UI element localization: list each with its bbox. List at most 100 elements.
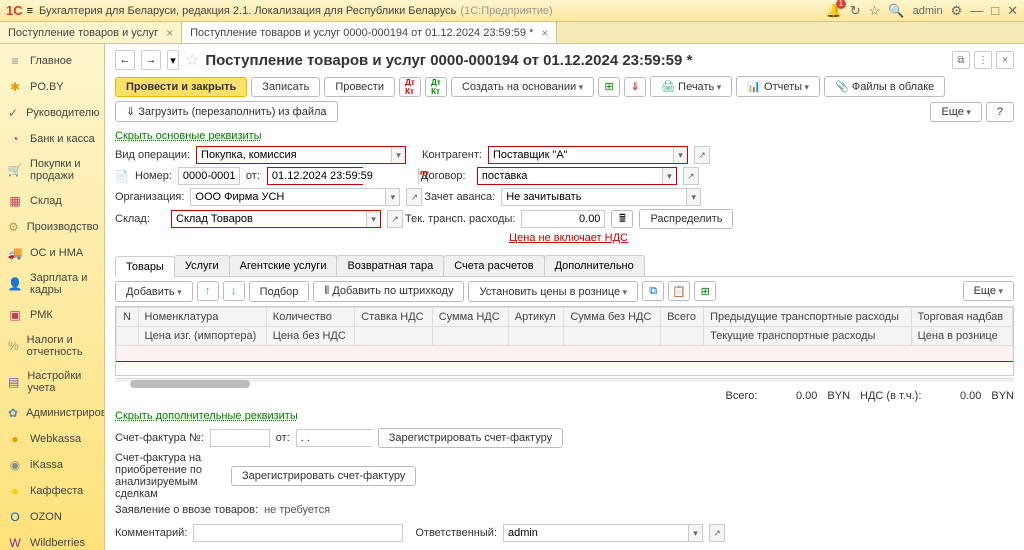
column-subheader[interactable] [355,327,433,346]
column-subheader[interactable]: Цена в рознице [911,327,1012,346]
warehouse-select[interactable]: ▾ [171,210,381,228]
sidebar-item[interactable]: WWildberries [0,530,104,550]
op-type-input[interactable] [197,147,391,163]
calc-icon[interactable]: 🖩 [611,210,633,228]
sidebar-item[interactable]: 🛒Покупки и продажи [0,152,104,188]
tab-close-icon[interactable]: × [166,26,173,40]
paste-icon[interactable]: 📋 [668,281,690,301]
sidebar-item[interactable]: ▣РМК [0,302,104,328]
sidebar-item[interactable]: ▦Склад [0,188,104,214]
dropdown-icon[interactable]: ▾ [673,147,687,163]
retail-prices-button[interactable]: Установить цены в рознице [468,281,638,302]
org-select[interactable]: ▾ [190,188,400,206]
column-subheader[interactable]: Цена без НДС [266,327,354,346]
sidebar-item[interactable]: ▤Настройки учета [0,364,104,400]
open-icon[interactable]: ↗ [694,146,710,164]
column-header[interactable]: N [117,308,139,327]
column-subheader[interactable] [508,327,564,346]
column-header[interactable]: Предыдущие транспортные расходы [704,308,912,327]
sidebar-item[interactable]: ✿Администрирование [0,400,104,426]
vat-link[interactable]: Цена не включает НДС [509,232,628,244]
distribute-button[interactable]: Распределить [639,209,733,229]
comment-input[interactable] [193,524,403,542]
copy-icon[interactable]: ⧉ [642,281,664,301]
user-label[interactable]: admin [913,5,943,17]
column-header[interactable]: Торговая надбав [911,308,1012,327]
sidebar-item[interactable]: 🚚ОС и НМА [0,240,104,266]
back-button[interactable]: ← [115,50,135,70]
import-icon[interactable]: ⇓ [624,77,646,97]
hide-additional-link[interactable]: Скрыть дополнительные реквизиты [105,408,1024,424]
counterparty-input[interactable] [489,147,673,163]
doc-tab[interactable]: Товары [115,256,175,277]
warehouse-input[interactable] [172,211,366,227]
post-close-button[interactable]: Провести и закрыть [115,77,247,97]
sidebar-item[interactable]: ⚙Производство [0,214,104,240]
column-subheader[interactable]: Цена изг. (импортера) [138,327,266,346]
cloud-files-button[interactable]: 📎 Файлы в облаке [824,76,945,97]
sidebar-item[interactable]: ●Webkassa [0,426,104,452]
notification-icon[interactable]: 🔔 [826,3,842,19]
sidebar-item[interactable]: OOZON [0,504,104,530]
dropdown-icon[interactable]: ▾ [366,211,380,227]
excel-icon[interactable]: ⊞ [598,77,620,97]
responsible-input[interactable] [504,525,688,541]
sidebar-item[interactable]: ◔Банк и касса [0,126,104,152]
sidebar-item[interactable]: ✓Руководителю [0,100,104,126]
print-button[interactable]: 🖨 Печать [650,76,732,97]
empty-row[interactable] [117,346,1013,362]
date-input[interactable] [268,168,418,184]
number-input[interactable] [178,167,240,185]
barcode-button[interactable]: ⦀ Добавить по штрихкоду [313,281,464,302]
advance-select[interactable]: ▾ [501,188,701,206]
close-icon[interactable]: ✕ [1007,3,1018,19]
sidebar-item[interactable]: ✱PO.BY [0,74,104,100]
doc-tab[interactable]: Возвратная тара [336,255,444,276]
column-header[interactable]: Всего [661,308,704,327]
settings-icon[interactable]: ⚙ [951,3,963,19]
dropdown-icon[interactable]: ▾ [688,525,702,541]
invoice-date-group[interactable]: 📅 [296,429,372,447]
open-icon[interactable]: ↗ [709,524,725,542]
invoice-number-input[interactable] [210,429,270,447]
tab-item-active[interactable]: Поступление товаров и услуг 0000-000194 … [182,22,557,43]
column-header[interactable]: Сумма без НДС [564,308,661,327]
hide-main-link[interactable]: Скрыть основные реквизиты [105,128,1024,144]
dt-kt-alt-icon[interactable]: ДтКт [425,77,447,97]
favorites-icon[interactable]: ☆ [869,3,881,19]
counterparty-select[interactable]: ▾ [488,146,688,164]
menu-dots-icon[interactable]: ⋮ [974,51,992,69]
help-button[interactable]: ? [986,102,1014,122]
tab-close-icon[interactable]: × [541,26,548,40]
history-icon[interactable]: ↻ [850,3,861,19]
open-icon[interactable]: ↗ [683,167,699,185]
maximize-icon[interactable]: □ [991,3,999,18]
post-button[interactable]: Провести [324,77,395,97]
close-page-icon[interactable]: × [996,51,1014,69]
dropdown-icon[interactable]: ▾ [686,189,700,205]
register-invoice2-button[interactable]: Зарегистрировать счет-фактуру [231,466,416,486]
table-more-button[interactable]: Еще [963,281,1014,301]
column-header[interactable]: Ставка НДС [355,308,433,327]
doc-tab[interactable]: Агентские услуги [229,255,338,276]
doc-tab[interactable]: Услуги [174,255,230,276]
sidebar-item[interactable]: %Налоги и отчетность [0,328,104,364]
write-button[interactable]: Записать [251,77,320,97]
sidebar-item[interactable]: 👤Зарплата и кадры [0,266,104,302]
column-header[interactable]: Сумма НДС [432,308,508,327]
op-type-select[interactable]: ▾ [196,146,406,164]
column-subheader[interactable] [564,327,661,346]
down-icon[interactable]: ↓ [223,281,245,301]
sidebar-item[interactable]: ●Каффеста [0,478,104,504]
forward-button[interactable]: → [141,50,161,70]
advance-input[interactable] [502,189,686,205]
star-icon[interactable]: ☆ [185,50,199,70]
column-header[interactable]: Артикул [508,308,564,327]
reports-button[interactable]: 📊 Отчеты [736,76,820,97]
column-subheader[interactable] [117,327,139,346]
dropdown-icon[interactable]: ▾ [391,147,405,163]
column-header[interactable]: Номенклатура [138,308,266,327]
excel-icon[interactable]: ⊞ [694,281,716,301]
open-icon[interactable]: ↗ [406,188,422,206]
doc-tab[interactable]: Счета расчетов [443,255,544,276]
